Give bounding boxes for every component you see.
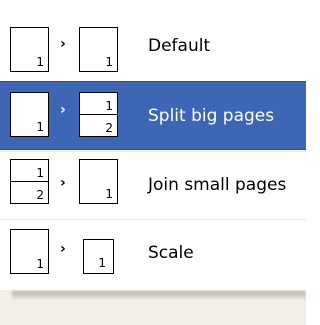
page-number-label: 1 bbox=[36, 257, 44, 271]
menu-item-label: Default bbox=[148, 36, 211, 56]
page-number-label: 1 bbox=[36, 55, 44, 69]
page-icon: 1 bbox=[79, 27, 118, 72]
menu-item-default[interactable]: 1 › 1 Default bbox=[0, 12, 306, 81]
menu-item-scale[interactable]: 1 › 1 Scale bbox=[0, 221, 306, 288]
join-page-icons: 1 2 › 1 bbox=[0, 153, 150, 220]
menu-item-split-big-pages[interactable]: 1 › 1 2 Split big pages bbox=[0, 82, 306, 149]
join-page-bottom-icon: 2 bbox=[10, 181, 49, 204]
default-page-icons: 1 › 1 bbox=[0, 12, 150, 81]
arrow-right-icon: › bbox=[60, 175, 66, 191]
page-icon: 1 bbox=[10, 229, 49, 274]
page-layout-menu: 1 › 1 Default 1 › 1 2 Split big pages 1 … bbox=[0, 0, 306, 325]
menu-shadow bbox=[12, 291, 306, 301]
split-page-icons: 1 › 1 2 bbox=[0, 82, 150, 149]
page-number-label: 2 bbox=[36, 188, 44, 202]
menu-item-join-small-pages[interactable]: 1 2 › 1 Join small pages bbox=[0, 153, 306, 220]
page-number-label: 2 bbox=[105, 121, 113, 135]
page-number-label: 1 bbox=[105, 187, 113, 201]
arrow-right-icon: › bbox=[60, 241, 66, 257]
menu-divider bbox=[0, 151, 306, 152]
split-page-bottom-icon: 2 bbox=[79, 114, 118, 137]
page-number-label: 1 bbox=[98, 256, 106, 270]
small-page-icon: 1 bbox=[83, 239, 114, 274]
join-page-top-icon: 1 bbox=[10, 159, 49, 182]
page-icon: 1 bbox=[10, 27, 49, 72]
page-number-label: 1 bbox=[36, 166, 44, 180]
split-page-top-icon: 1 bbox=[79, 92, 118, 115]
scale-page-icons: 1 › 1 bbox=[0, 221, 150, 288]
menu-item-label: Scale bbox=[148, 243, 194, 263]
arrow-right-icon: › bbox=[60, 102, 66, 118]
page-number-label: 1 bbox=[105, 99, 113, 113]
page-icon: 1 bbox=[10, 92, 49, 137]
page-icon: 1 bbox=[79, 159, 118, 204]
menu-item-label: Join small pages bbox=[148, 175, 287, 195]
page-number-label: 1 bbox=[36, 120, 44, 134]
arrow-right-icon: › bbox=[60, 36, 66, 52]
page-number-label: 1 bbox=[105, 55, 113, 69]
menu-divider bbox=[0, 219, 306, 220]
menu-divider bbox=[0, 149, 306, 150]
menu-item-label: Split big pages bbox=[148, 106, 275, 126]
